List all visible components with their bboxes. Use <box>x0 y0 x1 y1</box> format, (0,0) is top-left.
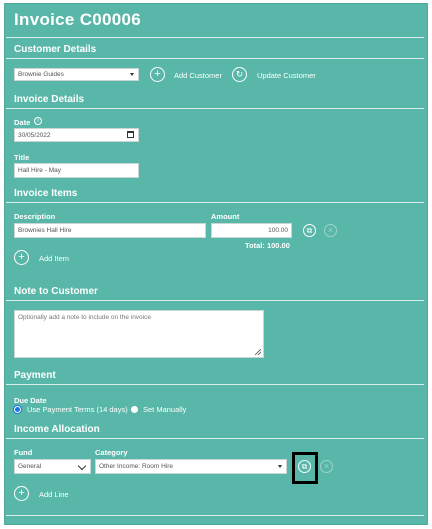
plus-circle-icon[interactable]: + <box>14 486 29 501</box>
invoice-details-heading: Invoice Details <box>14 94 85 105</box>
resize-handle-icon[interactable] <box>255 349 261 355</box>
set-manually-radio[interactable] <box>131 406 138 413</box>
item-description-input[interactable]: Brownies Hall Hire <box>14 223 206 238</box>
title-value: Hall Hire - May <box>18 167 61 174</box>
income-allocation-heading: Income Allocation <box>14 424 100 435</box>
date-label: Date <box>14 118 31 127</box>
divider <box>6 202 424 203</box>
due-date-label: Due Date <box>14 396 47 405</box>
title-label: Title <box>14 153 30 162</box>
fund-select[interactable]: General <box>14 459 91 474</box>
date-value: 30/05/2022 <box>18 131 51 139</box>
payment-terms-radio[interactable] <box>14 406 21 413</box>
divider <box>6 515 424 516</box>
invoice-panel <box>4 3 428 525</box>
fund-select-value: General <box>18 463 42 470</box>
info-icon[interactable]: i <box>34 117 42 125</box>
copy-icon[interactable]: ⧉ <box>303 224 316 237</box>
note-textarea[interactable]: Optionally add a note to include on the … <box>14 310 264 358</box>
calendar-icon[interactable] <box>127 131 134 138</box>
divider <box>6 37 424 38</box>
invoice-items-heading: Invoice Items <box>14 188 78 199</box>
dropdown-caret-icon <box>130 72 134 76</box>
divider <box>6 438 424 439</box>
set-manually-label[interactable]: Set Manually <box>143 405 186 414</box>
plus-circle-icon[interactable]: + <box>150 67 165 82</box>
note-placeholder: Optionally add a note to include on the … <box>18 314 151 321</box>
category-select-value: Other Income: Room Hire <box>99 463 174 470</box>
close-icon[interactable]: × <box>320 460 333 473</box>
divider <box>6 300 424 301</box>
close-icon[interactable]: × <box>324 224 337 237</box>
customer-section-heading: Customer Details <box>14 44 97 55</box>
note-heading: Note to Customer <box>14 286 98 297</box>
date-input[interactable]: 30/05/2022 <box>14 128 139 142</box>
payment-terms-label[interactable]: Use Payment Terms (14 days) <box>27 405 128 414</box>
add-line-link[interactable]: Add Line <box>39 490 69 499</box>
page-title: Invoice C00006 <box>14 10 142 29</box>
category-label: Category <box>95 448 128 457</box>
update-customer-link[interactable]: Update Customer <box>257 71 316 80</box>
chevron-down-icon <box>77 461 87 471</box>
dropdown-caret-icon <box>278 464 282 468</box>
item-description-value: Brownies Hall Hire <box>18 227 72 234</box>
refresh-circle-icon[interactable]: ↻ <box>232 67 247 82</box>
divider <box>6 58 424 59</box>
divider <box>6 108 424 109</box>
title-input[interactable]: Hall Hire - May <box>14 163 139 178</box>
item-amount-input[interactable]: 100.00 <box>211 223 292 238</box>
add-customer-link[interactable]: Add Customer <box>174 71 222 80</box>
divider <box>6 384 424 385</box>
copy-icon[interactable]: ⧉ <box>298 460 311 473</box>
item-amount-value: 100.00 <box>268 227 288 234</box>
customer-select[interactable]: Brownie Guides <box>14 68 139 81</box>
customer-select-value: Brownie Guides <box>18 71 64 78</box>
description-column-label: Description <box>14 212 56 221</box>
fund-label: Fund <box>14 448 33 457</box>
items-total: Total: 100.00 <box>245 241 290 250</box>
payment-heading: Payment <box>14 370 56 381</box>
category-select[interactable]: Other Income: Room Hire <box>95 459 287 474</box>
plus-circle-icon[interactable]: + <box>14 250 29 265</box>
amount-column-label: Amount <box>211 212 240 221</box>
add-item-link[interactable]: Add Item <box>39 254 69 263</box>
